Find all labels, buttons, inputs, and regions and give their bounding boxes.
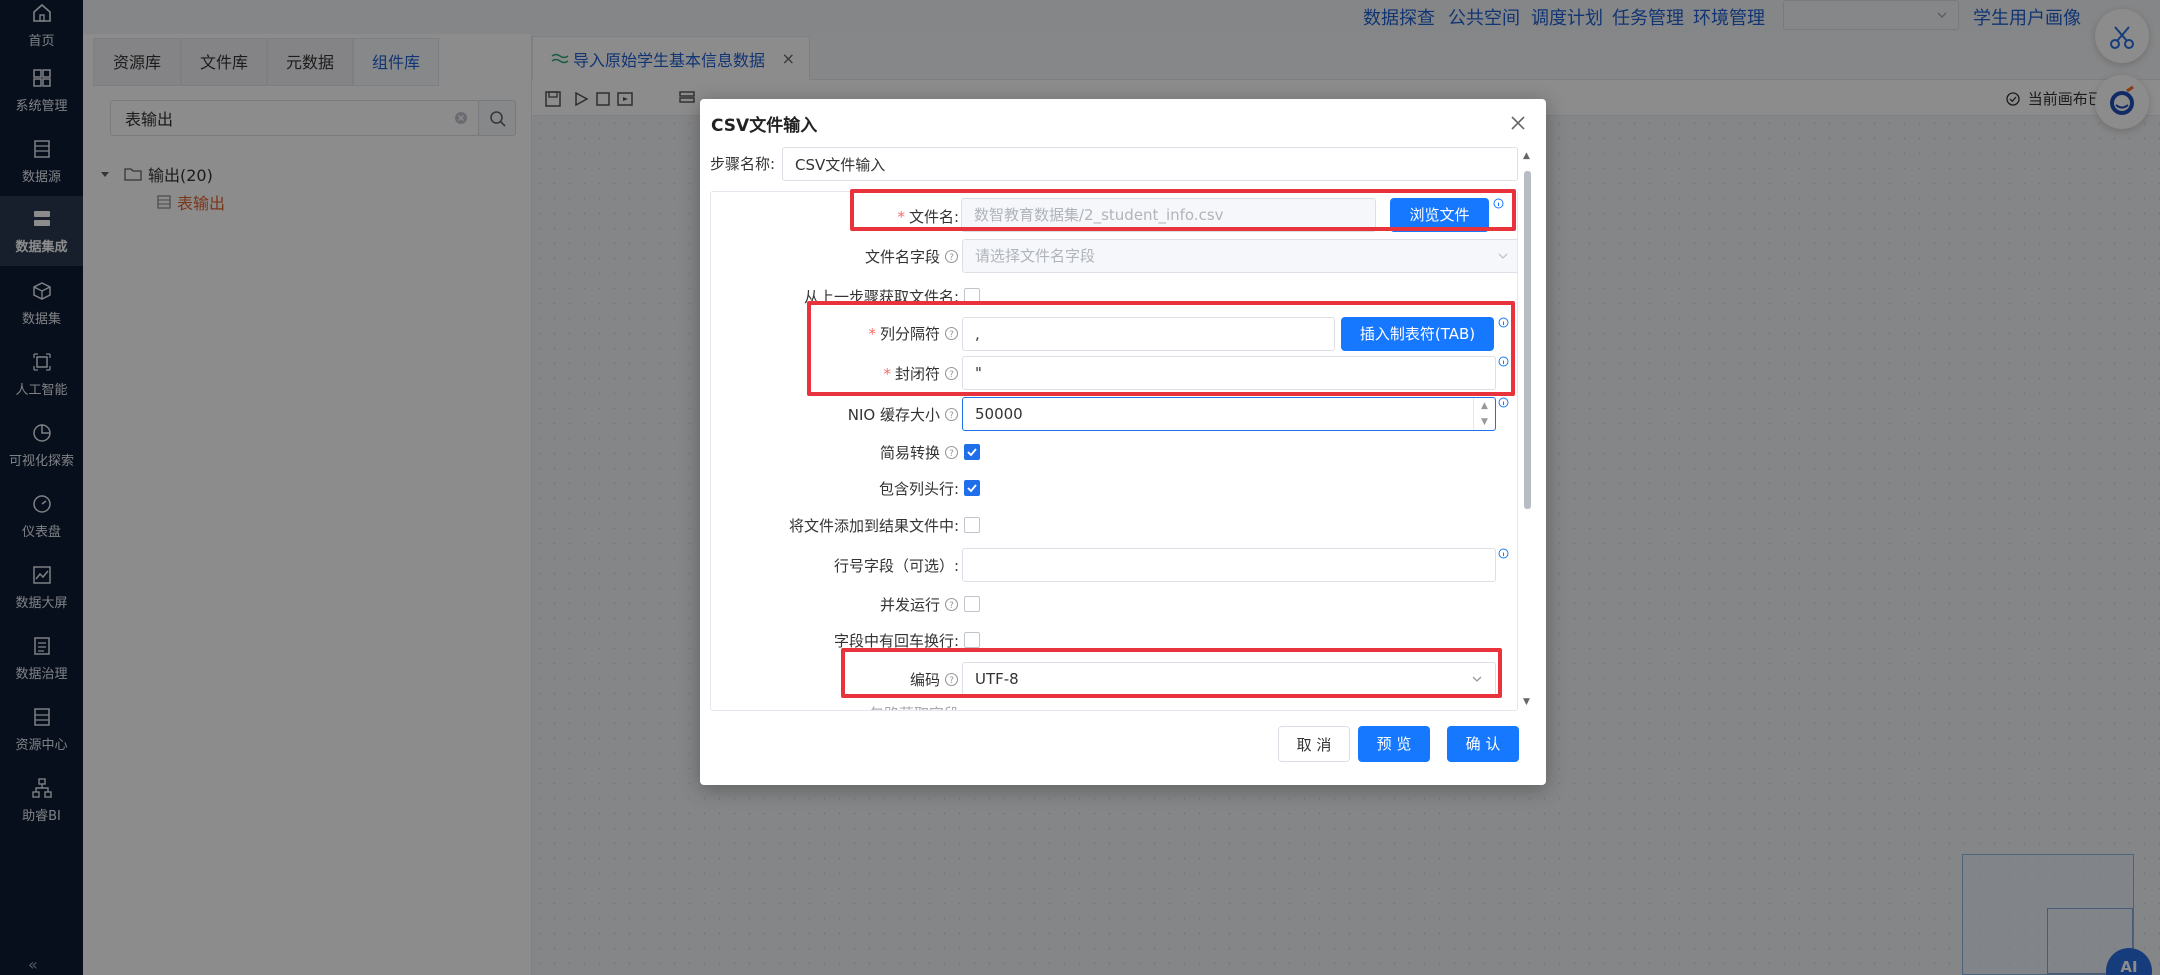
- svg-text:?: ?: [949, 601, 954, 611]
- stepper-down-icon[interactable]: ▼: [1473, 414, 1495, 430]
- nio-buffer-input[interactable]: 50000 ▲ ▼: [962, 397, 1496, 431]
- highlight-filename: [850, 189, 1516, 231]
- stepper-up-icon[interactable]: ▲: [1473, 398, 1495, 414]
- step-name-label: 步骤名称:: [710, 155, 776, 173]
- filename-field-label: 文件名字段?: [865, 246, 959, 267]
- rownum-field-label: 行号字段（可选）:: [833, 557, 959, 575]
- add-to-result-checkbox[interactable]: [964, 517, 980, 533]
- dialog-title: CSV文件输入: [711, 116, 818, 136]
- info-icon[interactable]: [1498, 548, 1509, 559]
- step-name-input[interactable]: [782, 147, 1518, 181]
- help-icon[interactable]: ?: [944, 249, 959, 264]
- chevron-down-icon: [1498, 253, 1508, 259]
- csv-settings-form: * 文件名: 数智教育数据集/2_student_info.csv 浏览文件 文件…: [710, 191, 1518, 711]
- scroll-down-icon[interactable]: ▼: [1523, 697, 1530, 707]
- highlight-encoding: [841, 648, 1502, 698]
- filename-field-select[interactable]: 请选择文件名字段: [962, 239, 1517, 273]
- lazy-conversion-label: 简易转换?: [880, 442, 959, 463]
- cancel-button[interactable]: 取 消: [1278, 726, 1350, 762]
- nio-buffer-label: NIO 缓存大小?: [848, 404, 959, 425]
- rownum-field-input[interactable]: [962, 548, 1496, 582]
- parallel-run-checkbox[interactable]: [964, 596, 980, 612]
- partial-field-label: 包路获取字段: [869, 703, 959, 710]
- parallel-run-label: 并发运行?: [880, 594, 959, 615]
- form-scrollbar[interactable]: ▲ ▼: [1521, 151, 1533, 711]
- help-icon[interactable]: ?: [944, 407, 959, 422]
- newline-in-field-checkbox[interactable]: [964, 632, 980, 648]
- lazy-conversion-checkbox[interactable]: [964, 444, 980, 460]
- help-icon[interactable]: ?: [944, 597, 959, 612]
- info-icon[interactable]: [1498, 397, 1509, 408]
- highlight-delimiters: [807, 301, 1515, 396]
- header-row-checkbox[interactable]: [964, 480, 980, 496]
- check-icon: [967, 484, 977, 493]
- csv-input-dialog: CSV文件输入 步骤名称: *文件名: 数智教育数据集/2_student_in…: [700, 99, 1546, 785]
- confirm-button[interactable]: 确 认: [1447, 726, 1519, 762]
- svg-text:?: ?: [949, 253, 954, 263]
- scroll-thumb[interactable]: [1524, 171, 1531, 509]
- scroll-up-icon[interactable]: ▲: [1523, 151, 1530, 161]
- add-to-result-label: 将文件添加到结果文件中:: [788, 517, 959, 535]
- svg-text:?: ?: [949, 449, 954, 459]
- preview-button[interactable]: 预 览: [1358, 726, 1430, 762]
- svg-text:?: ?: [949, 411, 954, 421]
- close-icon[interactable]: [1508, 113, 1528, 133]
- help-icon[interactable]: ?: [944, 445, 959, 460]
- header-row-label: 包含列头行:: [878, 480, 959, 498]
- check-icon: [967, 448, 977, 457]
